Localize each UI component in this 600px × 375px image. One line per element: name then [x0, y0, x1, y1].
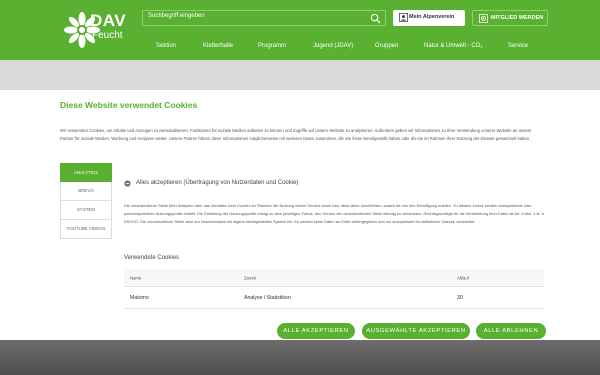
tab-youtube-videos[interactable]: YOUTUBE VIDEOS: [60, 220, 112, 239]
nav-item-kletterhalle[interactable]: Kletterhalle: [203, 43, 233, 49]
my-alpenverein-button[interactable]: Mein Alpenverein: [393, 10, 465, 26]
become-member-button[interactable]: MITGLIED WERDEN: [472, 10, 548, 26]
cookie-expiry-cell: 30: [457, 294, 463, 301]
cookie-category-tabs: ANALYTICS BREVO SYSTEM YOUTUBE VIDEOS: [60, 163, 112, 239]
accept-selected-button[interactable]: AUSGEWÄHLTE AKZEPTIEREN: [362, 323, 470, 339]
nav-item-service[interactable]: Service: [508, 43, 528, 49]
table-row: Matomo Analyse / Statistiken 30: [124, 287, 544, 309]
column-header-zweck: Zweck: [244, 275, 257, 280]
nav-item-programm[interactable]: Programm: [258, 43, 286, 49]
cookie-name-cell: Matomo: [130, 294, 149, 301]
cookie-consent-dialog: Diese Website verwendet Cookies Wir verw…: [0, 90, 600, 340]
nav-item-jugend[interactable]: Jugend (JDAV): [313, 43, 353, 49]
used-cookies-title: Verwendete Cookies: [124, 255, 180, 261]
tab-brevo[interactable]: BREVO: [60, 182, 112, 201]
accept-all-category-label[interactable]: Alles akzeptieren (Übertragung von Nutze…: [136, 180, 298, 186]
category-description: Die verantwortliche Stelle führt Analyse…: [124, 203, 544, 224]
nav-item-natur-umwelt[interactable]: Natur & Umwelt - CO₂: [424, 43, 483, 49]
collapse-icon[interactable]: [124, 180, 131, 187]
table-header: Name Zweck Ablauf: [124, 269, 544, 287]
tab-analytics[interactable]: ANALYTICS: [60, 163, 112, 182]
search-input[interactable]: Suchbegriff eingeben: [142, 10, 386, 26]
site-header: DAV Feucht Suchbegriff eingeben Mein Alp…: [0, 0, 600, 60]
column-header-ablauf: Ablauf: [457, 275, 469, 280]
dialog-intro-text: Wir verwenden Cookies, um Inhalte und An…: [60, 128, 532, 141]
logo-title[interactable]: DAV: [90, 11, 126, 31]
cookie-purpose-cell: Analyse / Statistiken: [244, 294, 291, 301]
bottom-background: [0, 340, 600, 375]
nav-item-sektion[interactable]: Sektion: [156, 43, 176, 49]
nav-item-gruppen[interactable]: Gruppen: [375, 43, 398, 49]
become-member-label: MITGLIED WERDEN: [491, 15, 544, 21]
logo-subtitle[interactable]: Feucht: [92, 30, 123, 41]
search-icon[interactable]: [370, 13, 381, 24]
cookie-table: Name Zweck Ablauf Matomo Analyse / Stati…: [124, 269, 544, 309]
tab-system[interactable]: SYSTEM: [60, 201, 112, 220]
my-alpenverein-label: Mein Alpenverein: [409, 14, 455, 20]
dialog-title: Diese Website verwendet Cookies: [60, 100, 198, 110]
reject-all-button[interactable]: ALLE ABLEHNEN: [476, 323, 546, 339]
accept-all-button[interactable]: ALLE AKZEPTIEREN: [277, 323, 355, 339]
search-placeholder: Suchbegriff eingeben: [148, 13, 205, 19]
column-header-name: Name: [130, 275, 142, 280]
background-band: [0, 60, 600, 90]
user-icon: [399, 13, 408, 22]
gear-icon: [479, 14, 488, 23]
